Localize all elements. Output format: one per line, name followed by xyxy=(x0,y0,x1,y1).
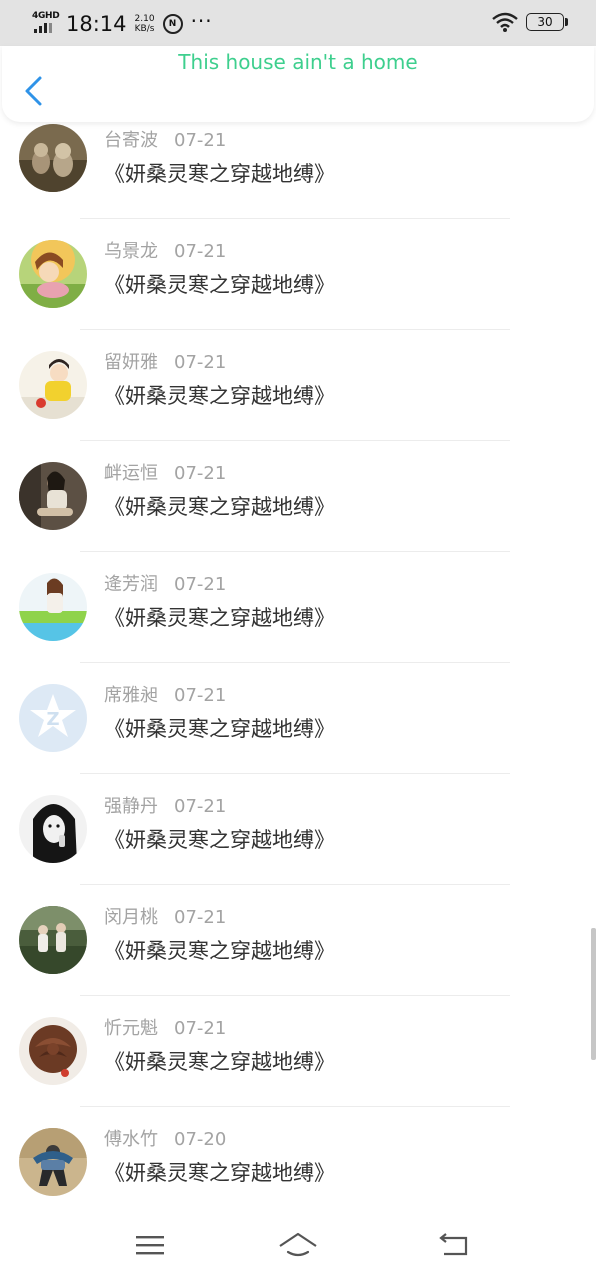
chevron-left-icon xyxy=(25,76,42,106)
network-speed: 2.10 KB/s xyxy=(135,14,155,34)
book-title[interactable]: 《妍桑灵寒之穿越地缚》 xyxy=(104,602,335,632)
header-bar: This house ain't a home xyxy=(2,46,594,122)
wifi-icon xyxy=(492,12,518,32)
user-name: 强静丹 xyxy=(104,796,158,817)
book-list[interactable]: 台寄波 07-21 《妍桑灵寒之穿越地缚》 乌景龙 07-21 《妍桑灵寒之穿越… xyxy=(0,122,596,1212)
status-bar: 4GHD 18:14 2.10 KB/s N ··· 30 xyxy=(0,0,596,46)
user-name: 席雅昶 xyxy=(104,685,158,706)
notification-badge-icon: N xyxy=(162,14,183,34)
network-type: 4GHD xyxy=(32,11,60,21)
book-title[interactable]: 《妍桑灵寒之穿越地缚》 xyxy=(104,491,335,521)
navigation-bar xyxy=(0,1212,596,1280)
list-item[interactable]: 衅运恒 07-21 《妍桑灵寒之穿越地缚》 xyxy=(0,445,596,556)
divider xyxy=(80,884,510,885)
scrollbar[interactable] xyxy=(591,928,596,1060)
menu-icon[interactable] xyxy=(130,1230,170,1262)
svg-text:Z: Z xyxy=(46,709,59,730)
user-name: 逄芳润 xyxy=(104,574,158,595)
list-item[interactable]: 留妍雅 07-21 《妍桑灵寒之穿越地缚》 xyxy=(0,334,596,445)
avatar[interactable] xyxy=(19,795,87,863)
post-date: 07-21 xyxy=(174,796,227,817)
list-item[interactable]: 闵月桃 07-21 《妍桑灵寒之穿越地缚》 xyxy=(0,889,596,1000)
post-date: 07-21 xyxy=(174,907,227,928)
notification-badge-letter: N xyxy=(168,19,177,29)
book-title[interactable]: 《妍桑灵寒之穿越地缚》 xyxy=(104,158,335,188)
status-time: 18:14 xyxy=(66,12,127,36)
divider xyxy=(80,995,510,996)
avatar[interactable] xyxy=(19,124,87,192)
book-title[interactable]: 《妍桑灵寒之穿越地缚》 xyxy=(104,1157,335,1187)
avatar[interactable] xyxy=(19,351,87,419)
avatar[interactable] xyxy=(19,1128,87,1196)
divider xyxy=(80,1106,510,1107)
book-title[interactable]: 《妍桑灵寒之穿越地缚》 xyxy=(104,935,335,965)
user-name: 台寄波 xyxy=(104,130,158,151)
user-name: 忻元魁 xyxy=(104,1018,158,1039)
post-date: 07-20 xyxy=(174,1129,227,1150)
post-date: 07-21 xyxy=(174,574,227,595)
cellular-signal-icon: 4GHD xyxy=(32,11,60,37)
screen: 4GHD 18:14 2.10 KB/s N ··· 30 This house… xyxy=(0,0,596,1280)
book-title[interactable]: 《妍桑灵寒之穿越地缚》 xyxy=(104,824,335,854)
divider xyxy=(80,218,510,219)
post-date: 07-21 xyxy=(174,130,227,151)
user-name: 闵月桃 xyxy=(104,907,158,928)
avatar[interactable]: Z xyxy=(19,684,87,752)
return-icon[interactable] xyxy=(434,1230,474,1262)
divider xyxy=(80,329,510,330)
post-date: 07-21 xyxy=(174,685,227,706)
post-date: 07-21 xyxy=(174,1018,227,1039)
battery-level: 30 xyxy=(537,15,553,29)
avatar[interactable] xyxy=(19,906,87,974)
divider xyxy=(80,662,510,663)
avatar[interactable] xyxy=(19,462,87,530)
user-name: 乌景龙 xyxy=(104,241,158,262)
list-item[interactable]: 强静丹 07-21 《妍桑灵寒之穿越地缚》 xyxy=(0,778,596,889)
book-title[interactable]: 《妍桑灵寒之穿越地缚》 xyxy=(104,1046,335,1076)
book-title[interactable]: 《妍桑灵寒之穿越地缚》 xyxy=(104,269,335,299)
post-date: 07-21 xyxy=(174,352,227,373)
list-item[interactable]: 傅水竹 07-20 《妍桑灵寒之穿越地缚》 xyxy=(0,1111,596,1212)
user-name: 留妍雅 xyxy=(104,352,158,373)
divider xyxy=(80,551,510,552)
list-item[interactable]: 忻元魁 07-21 《妍桑灵寒之穿越地缚》 xyxy=(0,1000,596,1111)
list-item[interactable]: 台寄波 07-21 《妍桑灵寒之穿越地缚》 xyxy=(0,122,596,223)
list-item[interactable]: 逄芳润 07-21 《妍桑灵寒之穿越地缚》 xyxy=(0,556,596,667)
avatar[interactable] xyxy=(19,240,87,308)
book-title[interactable]: 《妍桑灵寒之穿越地缚》 xyxy=(104,380,335,410)
post-date: 07-21 xyxy=(174,463,227,484)
divider xyxy=(80,440,510,441)
user-name: 傅水竹 xyxy=(104,1129,158,1150)
book-title[interactable]: 《妍桑灵寒之穿越地缚》 xyxy=(104,713,335,743)
user-name: 衅运恒 xyxy=(104,463,158,484)
avatar[interactable] xyxy=(19,573,87,641)
network-speed-unit: KB/s xyxy=(134,24,155,34)
more-notifications-icon: ··· xyxy=(190,9,213,33)
list-item[interactable]: 乌景龙 07-21 《妍桑灵寒之穿越地缚》 xyxy=(0,223,596,334)
back-button[interactable] xyxy=(18,74,48,108)
home-icon[interactable] xyxy=(278,1230,318,1262)
post-date: 07-21 xyxy=(174,241,227,262)
divider xyxy=(80,773,510,774)
page-title: This house ain't a home xyxy=(178,50,418,74)
avatar[interactable] xyxy=(19,1017,87,1085)
list-item[interactable]: Z 席雅昶 07-21 《妍桑灵寒之穿越地缚》 xyxy=(0,667,596,778)
network-speed-value: 2.10 xyxy=(134,14,155,24)
battery-icon: 30 xyxy=(526,13,568,31)
